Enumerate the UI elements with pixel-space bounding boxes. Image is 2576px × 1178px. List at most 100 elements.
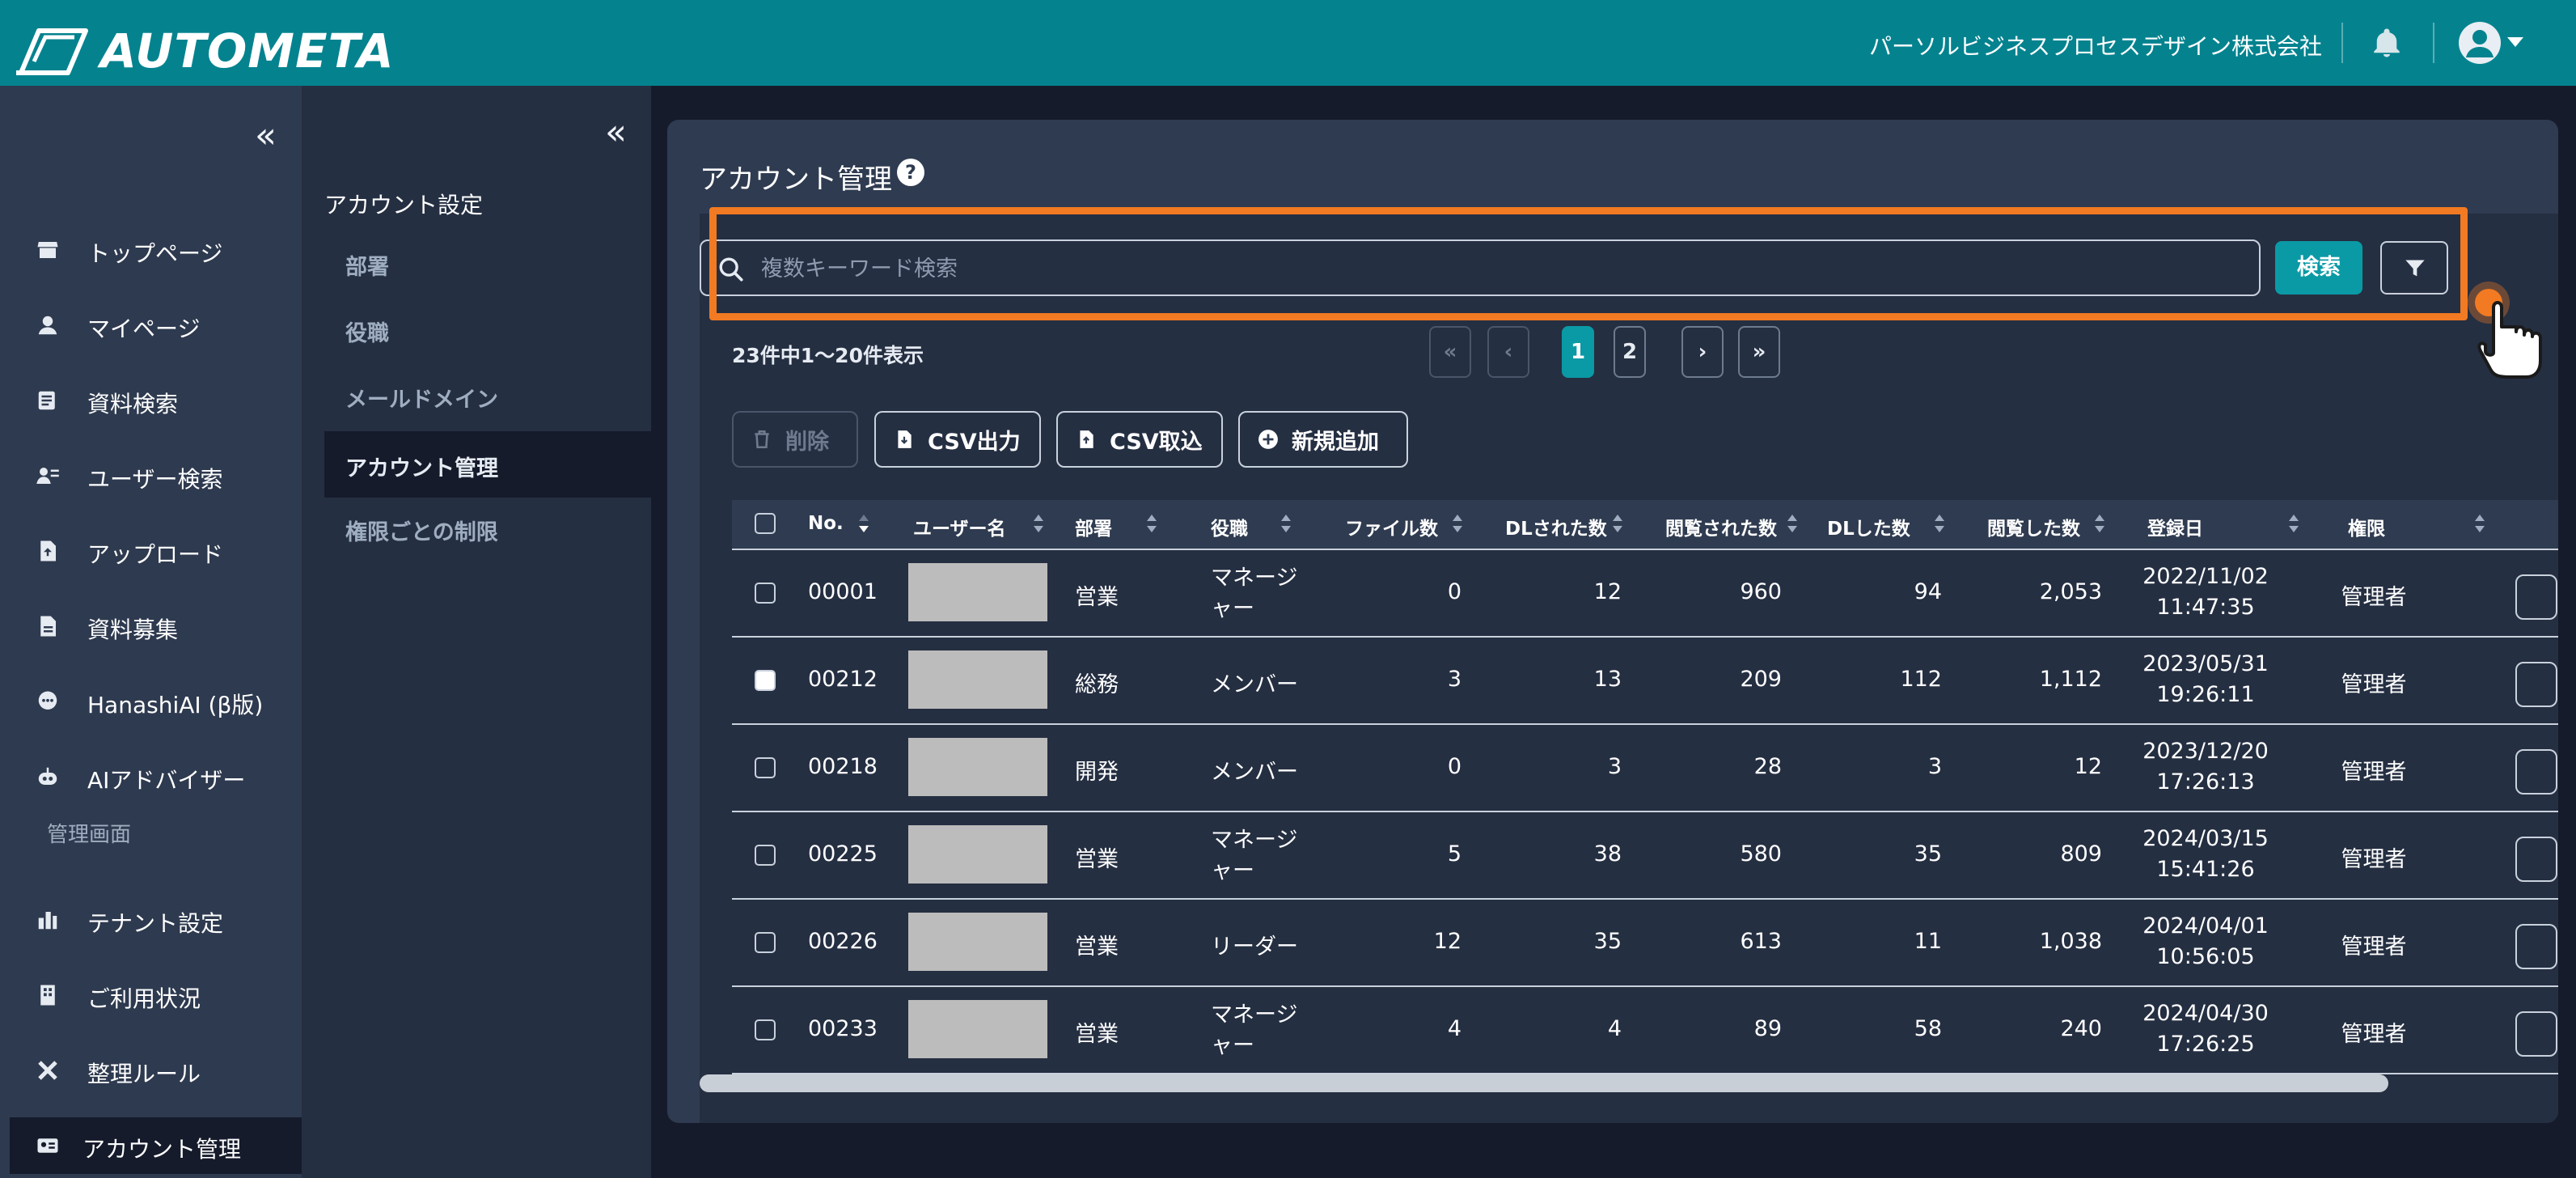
subnav-item-position[interactable]: 役職 [324,304,651,354]
header-no[interactable]: No. [808,513,844,534]
subnav-item-permission-limits[interactable]: 権限ごとの制限 [324,503,651,553]
nav-item-tenant-settings[interactable]: テナント設定 [0,892,302,948]
row-checkbox[interactable] [755,670,776,691]
edit-icon[interactable] [2515,749,2557,795]
trash-icon [755,430,769,449]
nav-item-document-request[interactable]: 資料募集 [0,598,302,655]
nav-item-user-search[interactable]: ユーザー検索 [0,447,302,504]
row-checkbox[interactable] [755,845,776,866]
nav-item-account-management[interactable]: アカウント管理 [10,1117,302,1174]
sort-icon[interactable] [2472,511,2487,536]
add-new-label: 新規追加 [1292,429,1379,455]
chevron-down-icon[interactable] [2507,37,2523,47]
nav-item-my-page[interactable]: マイページ [0,297,302,354]
row-checkbox[interactable] [755,757,776,778]
edit-icon[interactable] [2515,574,2557,620]
header-position[interactable]: 役職 [1211,513,1248,540]
cell-dl-done: 3 [1927,754,1942,779]
table-row[interactable]: 00225 営業 マネージ ャー 5 38 580 35 809 2024/03… [732,812,2558,900]
page-title: アカウント管理 [700,163,892,196]
prev-page-button[interactable]: ‹ [1487,326,1529,378]
help-icon[interactable]: ? [897,159,924,186]
table-row[interactable]: 00218 開発 メンバー 0 3 28 3 12 2023/12/20 17:… [732,725,2558,812]
header-username[interactable]: ユーザー名 [913,513,1006,540]
subnav-item-department[interactable]: 部署 [324,238,651,288]
subnav-item-mail-domain[interactable]: メールドメイン [324,371,651,421]
delete-button[interactable]: 削除 [732,411,858,468]
position-line: ャー [1211,858,1254,884]
nav-item-label: 資料検索 [87,391,179,417]
position-line: マネージ [1211,1002,1298,1028]
sort-icon[interactable] [1031,511,1046,536]
first-page-button[interactable]: « [1429,326,1471,378]
nav-item-organize-rules[interactable]: 整理ルール [0,1042,302,1099]
nav-item-ai-advisor[interactable]: AIアドバイザー [0,748,302,805]
sort-icon[interactable] [1144,511,1159,536]
page-button-1[interactable]: 1 [1562,326,1594,378]
date-line: 2024/04/01 [2142,913,2269,939]
sort-icon[interactable] [1785,511,1800,536]
sort-icon[interactable] [2092,511,2107,536]
sort-icon[interactable] [1279,511,1293,536]
cell-dl-done: 58 [1914,1016,1942,1041]
subnav-item-label: メールドメイン [345,388,498,413]
header-views-received[interactable]: 閲覧された数 [1665,513,1777,540]
select-all-checkbox[interactable] [755,513,776,534]
nav-item-document-search[interactable]: 資料検索 [0,372,302,429]
csv-import-button[interactable]: CSV取込 [1056,411,1223,468]
csv-export-button[interactable]: CSV出力 [874,411,1041,468]
position-line: マネージ [1211,828,1298,853]
sort-icon[interactable] [1450,511,1465,536]
table-row[interactable]: 00226 営業 リーダー 12 35 613 11 1,038 2024/04… [732,900,2558,987]
header-views-done[interactable]: 閲覧した数 [1987,513,2080,540]
table-row[interactable]: 00212 総務 メンバー 3 13 209 112 1,112 2023/05… [732,638,2558,725]
user-avatar[interactable] [2459,22,2501,64]
next-page-button[interactable]: › [1681,326,1724,378]
edit-icon[interactable] [2515,662,2557,707]
header-dl-received[interactable]: DLされた数 [1505,513,1607,540]
row-checkbox[interactable] [755,932,776,953]
header-permission[interactable]: 権限 [2348,513,2385,540]
header-registered-date[interactable]: 登録日 [2147,513,2203,540]
table-row[interactable]: 00233 営業 マネージ ャー 4 4 89 58 240 2024/04/3… [732,987,2558,1074]
cell-views-done: 1,038 [2039,929,2102,954]
edit-icon[interactable] [2515,1011,2557,1057]
collapse-subnav-icon[interactable]: « [605,115,627,150]
app-logo[interactable]: AUTOMETA [15,23,395,79]
scrollbar-thumb[interactable] [700,1074,2388,1092]
edit-icon[interactable] [2515,924,2557,969]
cell-dl-received: 13 [1593,667,1622,692]
last-page-button[interactable]: » [1738,326,1780,378]
cell-department: 営業 [1075,934,1119,960]
date-line: 2024/03/15 [2142,826,2269,851]
sort-icon[interactable] [1610,511,1625,536]
nav-item-usage[interactable]: ご利用状況 [0,967,302,1023]
chat-icon [38,691,57,710]
cell-registered-date: 2022/11/02 11:47:35 [2125,561,2286,623]
collapse-sidebar-icon[interactable]: « [255,118,277,154]
add-new-button[interactable]: 新規追加 [1238,411,1408,468]
person-icon [38,316,57,335]
cell-position: マネージ ャー [1211,563,1297,625]
account-table: No. ユーザー名 部署 役職 ファイル数 DLされた数 閲覧された数 DLした… [732,500,2558,1074]
header-department[interactable]: 部署 [1075,513,1112,540]
nav-item-hanashi-ai[interactable]: HanashiAI (β版) [0,673,302,730]
header-dl-done[interactable]: DLした数 [1827,513,1910,540]
row-checkbox[interactable] [755,1019,776,1040]
edit-icon[interactable] [2515,837,2557,882]
sort-icon[interactable] [2286,511,2301,536]
row-checkbox[interactable] [755,583,776,604]
header-file-count[interactable]: ファイル数 [1345,513,1438,540]
divider [2341,23,2343,63]
page-button-2[interactable]: 2 [1614,326,1646,378]
table-row[interactable]: 00001 営業 マネージ ャー 0 12 960 94 2,053 2022/… [732,550,2558,638]
sort-icon[interactable] [857,511,871,536]
subnav-item-account-management[interactable]: アカウント管理 [324,431,651,498]
nav-item-top-page[interactable]: トップページ [0,222,302,278]
main-panel: アカウント管理 ? 検索 23件中1〜20件表示 « ‹ 1 2 › » 削除 … [667,120,2558,1123]
time-line: 15:41:26 [2156,857,2255,882]
sort-icon[interactable] [1932,511,1947,536]
bell-icon[interactable] [2370,26,2404,60]
cell-file-count: 0 [1447,754,1461,779]
nav-item-upload[interactable]: アップロード [0,523,302,579]
